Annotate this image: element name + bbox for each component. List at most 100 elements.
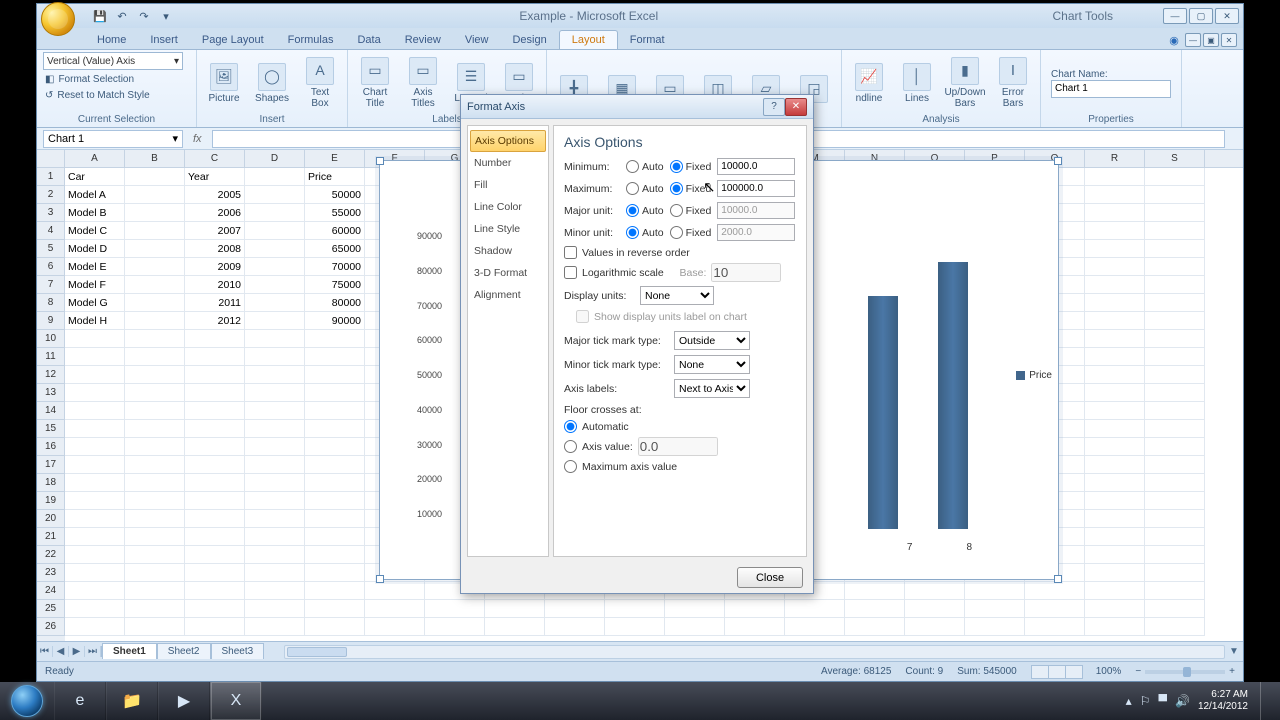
column-header[interactable]: C — [185, 150, 245, 167]
cell[interactable] — [305, 510, 365, 528]
updown-bars-button[interactable]: ▮Up/Down Bars — [944, 55, 986, 111]
row-header[interactable]: 6 — [37, 258, 65, 276]
cell[interactable] — [245, 186, 305, 204]
row-header[interactable]: 1 — [37, 168, 65, 186]
cell[interactable] — [1145, 420, 1205, 438]
cell[interactable] — [1085, 474, 1145, 492]
dialog-close-btn[interactable]: Close — [737, 567, 803, 588]
cell[interactable] — [305, 582, 365, 600]
cell[interactable]: Year — [185, 168, 245, 186]
cell[interactable] — [845, 600, 905, 618]
dialog-nav-item[interactable]: Axis Options — [470, 130, 546, 152]
cell[interactable] — [1085, 618, 1145, 636]
view-buttons[interactable] — [1031, 665, 1082, 679]
cell[interactable] — [305, 456, 365, 474]
taskbar-explorer-icon[interactable]: 📁 — [106, 682, 158, 720]
cell[interactable] — [125, 564, 185, 582]
cell[interactable] — [1025, 582, 1085, 600]
doc-minimize-button[interactable]: — — [1185, 33, 1201, 47]
taskbar-media-icon[interactable]: ▶ — [158, 682, 210, 720]
cell[interactable]: 2012 — [185, 312, 245, 330]
cell[interactable] — [185, 366, 245, 384]
cell[interactable] — [185, 420, 245, 438]
cell[interactable] — [125, 330, 185, 348]
row-header[interactable]: 26 — [37, 618, 65, 636]
max-auto-radio[interactable] — [626, 182, 639, 195]
dialog-nav-item[interactable]: Shadow — [468, 240, 548, 262]
cell[interactable] — [65, 528, 125, 546]
chart-element-selector[interactable]: Vertical (Value) Axis▾ — [43, 52, 183, 70]
cell[interactable] — [365, 618, 425, 636]
cell[interactable] — [185, 510, 245, 528]
cell[interactable] — [185, 492, 245, 510]
cell[interactable] — [1145, 474, 1205, 492]
row-header[interactable]: 11 — [37, 348, 65, 366]
cell[interactable] — [245, 384, 305, 402]
row-header[interactable]: 24 — [37, 582, 65, 600]
cell[interactable] — [245, 258, 305, 276]
cell[interactable] — [1085, 240, 1145, 258]
row-header[interactable]: 22 — [37, 546, 65, 564]
cell[interactable] — [1085, 528, 1145, 546]
cell[interactable] — [1145, 438, 1205, 456]
cell[interactable]: 2008 — [185, 240, 245, 258]
cell[interactable]: 2007 — [185, 222, 245, 240]
row-header[interactable]: 20 — [37, 510, 65, 528]
cell[interactable] — [1085, 582, 1145, 600]
qat-dropdown-icon[interactable]: ▾ — [157, 7, 175, 25]
chart-y-axis[interactable]: 9000080000700006000050000400003000020000… — [400, 231, 442, 519]
cell[interactable] — [1085, 294, 1145, 312]
cell[interactable] — [1085, 546, 1145, 564]
dialog-help-button[interactable]: ? — [763, 98, 785, 116]
cell[interactable] — [905, 618, 965, 636]
row-header[interactable]: 3 — [37, 204, 65, 222]
cell[interactable] — [305, 492, 365, 510]
select-all-corner[interactable] — [37, 150, 65, 168]
cell[interactable] — [1085, 492, 1145, 510]
cell[interactable] — [305, 384, 365, 402]
cell[interactable] — [425, 618, 485, 636]
cell[interactable] — [1145, 564, 1205, 582]
cell[interactable] — [65, 546, 125, 564]
floor-axis-value-radio[interactable] — [564, 440, 577, 453]
cell[interactable] — [65, 474, 125, 492]
cell[interactable] — [185, 456, 245, 474]
cell[interactable]: 50000 — [305, 186, 365, 204]
tab-review[interactable]: Review — [393, 31, 453, 49]
cell[interactable]: Model A — [65, 186, 125, 204]
axis-titles-button[interactable]: ▭Axis Titles — [402, 55, 444, 111]
minor-auto-radio[interactable] — [626, 226, 639, 239]
cell[interactable] — [1145, 456, 1205, 474]
cell[interactable] — [185, 546, 245, 564]
cell[interactable] — [245, 294, 305, 312]
row-header[interactable]: 15 — [37, 420, 65, 438]
doc-close-button[interactable]: ✕ — [1221, 33, 1237, 47]
reverse-order-checkbox[interactable] — [564, 246, 577, 259]
cell[interactable]: Car — [65, 168, 125, 186]
cell[interactable] — [1085, 366, 1145, 384]
cell[interactable] — [845, 618, 905, 636]
save-icon[interactable]: 💾 — [91, 7, 109, 25]
cell[interactable] — [905, 600, 965, 618]
cell[interactable]: 2006 — [185, 204, 245, 222]
row-header[interactable]: 18 — [37, 474, 65, 492]
major-fixed-radio[interactable] — [670, 204, 683, 217]
tab-design[interactable]: Design — [500, 31, 558, 49]
cell[interactable] — [305, 546, 365, 564]
cell[interactable] — [1145, 222, 1205, 240]
cell[interactable] — [1085, 384, 1145, 402]
cell[interactable] — [1145, 312, 1205, 330]
cell[interactable]: Model E — [65, 258, 125, 276]
close-button[interactable]: ✕ — [1215, 8, 1239, 24]
cell[interactable] — [1085, 438, 1145, 456]
cell[interactable] — [1145, 294, 1205, 312]
cell[interactable] — [125, 384, 185, 402]
cell[interactable]: 90000 — [305, 312, 365, 330]
row-header[interactable]: 7 — [37, 276, 65, 294]
cell[interactable] — [1145, 600, 1205, 618]
cell[interactable] — [125, 276, 185, 294]
cell[interactable] — [1085, 402, 1145, 420]
tray-network-icon[interactable]: ▀ — [1158, 694, 1167, 708]
name-box[interactable]: Chart 1▾ — [43, 130, 183, 148]
cell[interactable] — [125, 528, 185, 546]
